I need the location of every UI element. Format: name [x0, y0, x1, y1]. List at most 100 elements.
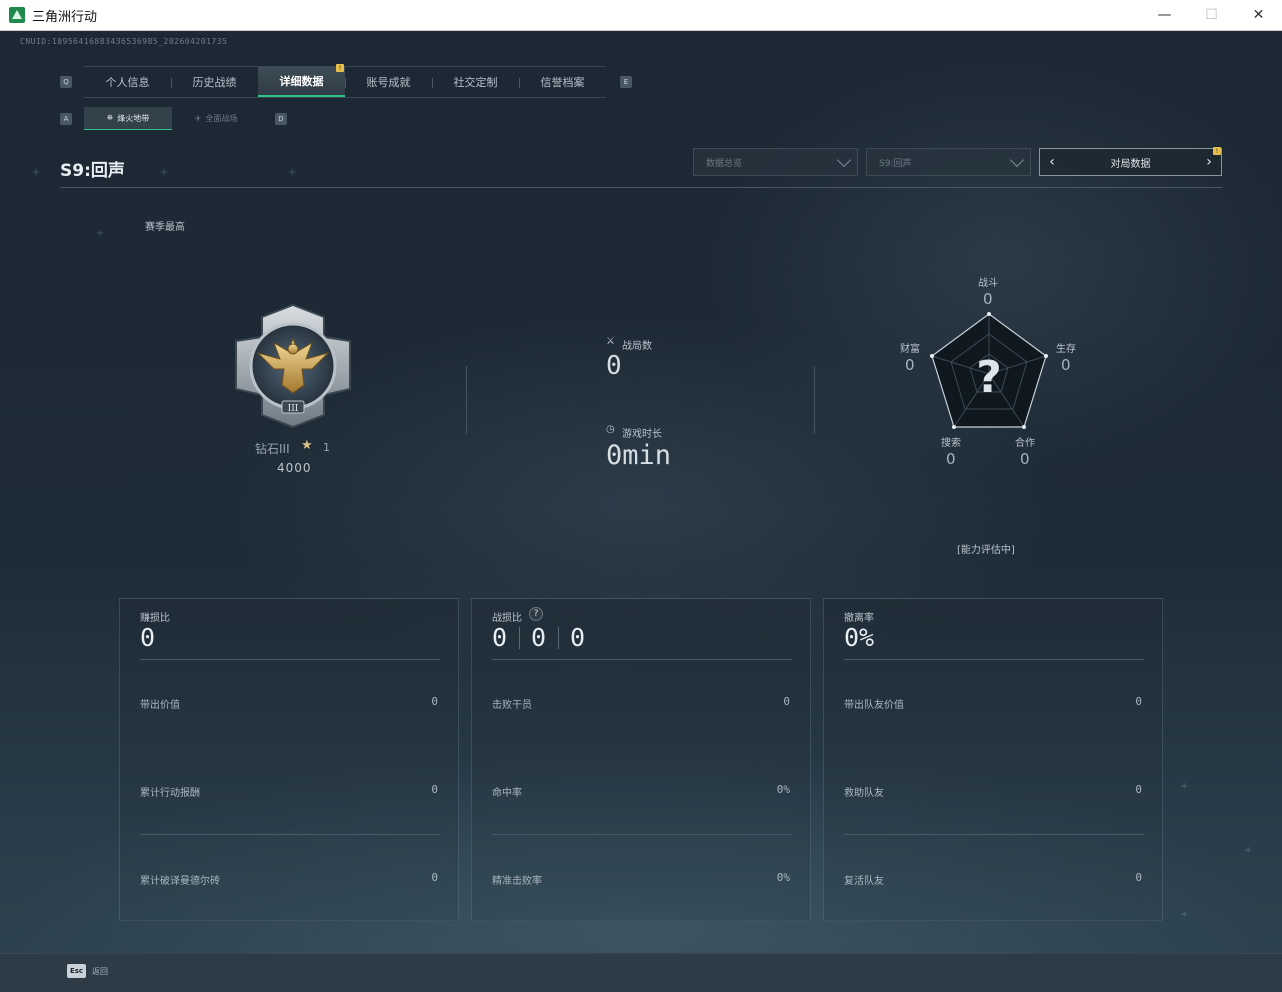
card-divider — [844, 659, 1144, 660]
row-label: 累计破译曼德尔砖 — [140, 876, 220, 887]
matches-label: 战局数 — [622, 341, 652, 352]
close-button[interactable]: ✕ — [1235, 0, 1282, 31]
crosshair-icon: + — [1180, 781, 1189, 792]
warfare-mode-icon: ✈ — [194, 114, 202, 123]
crossed-swords-icon: ⚔ — [606, 336, 615, 347]
season-best-label: 赛季最高 — [145, 222, 185, 233]
row-label: 命中率 — [492, 788, 522, 799]
row-label: 累计行动报酬 — [140, 788, 200, 799]
crosshair-icon: + — [32, 167, 41, 178]
section-divider — [466, 366, 467, 434]
kd-value-3: 0 — [570, 623, 586, 652]
radar-teamwork-value: 0 — [1020, 450, 1030, 468]
tab-achievements[interactable]: 账号成就 — [345, 67, 432, 97]
dropdown-value: S9:回声 — [879, 158, 912, 169]
row-value: 0 — [431, 871, 438, 884]
window-controls: — ☐ ✕ — [1141, 0, 1282, 31]
app-logo-icon — [9, 7, 25, 23]
window-titlebar: 三角洲行动 — ☐ ✕ — [0, 0, 1282, 31]
card-main-value: 0% — [844, 623, 875, 652]
radar-teamwork-label: 合作 — [1015, 438, 1035, 449]
tab-credit-record[interactable]: 信誉档案 — [519, 67, 606, 97]
ability-assess-status: [能力评估中] — [957, 545, 1015, 556]
kd-separator — [519, 627, 520, 649]
tab-detailed-data[interactable]: 详细数据 — [258, 67, 345, 97]
playtime-value: 0min — [606, 440, 672, 471]
dropdown-value: 数据总览 — [706, 158, 743, 169]
window-title: 三角洲行动 — [32, 9, 98, 25]
esc-key-button[interactable]: Esc — [67, 964, 86, 978]
tab-social-custom[interactable]: 社交定制 — [432, 67, 519, 97]
data-mode-dropdown[interactable]: 数据总览 — [693, 148, 858, 176]
card-title: 赚损比 — [140, 613, 170, 624]
notification-badge: ! — [1213, 147, 1221, 155]
chevron-down-icon — [836, 152, 852, 168]
row-label: 复活队友 — [844, 876, 884, 887]
bottom-action-bar: Esc 返回 — [0, 953, 1282, 992]
card-divider — [140, 659, 440, 660]
extraction-mode-icon: ⛯ — [106, 113, 114, 122]
row-value: 0 — [431, 783, 438, 796]
row-value: 0% — [776, 783, 790, 796]
cnuid-label: CNUID:18956416883436536985_202604201735 — [20, 37, 228, 46]
kd-separator — [558, 627, 559, 649]
radar-survival-label: 生存 — [1056, 344, 1076, 355]
clock-icon: ◷ — [606, 424, 615, 435]
crosshair-icon: + — [1244, 845, 1253, 856]
tab-next-key-hint[interactable]: E — [620, 76, 632, 88]
radar-combat-value: 0 — [983, 290, 993, 308]
row-value: 0% — [776, 871, 790, 884]
season-title: S9:回声 — [60, 161, 125, 181]
subtab-label: 全面战场 — [205, 114, 238, 123]
rank-name: 钻石III — [255, 442, 290, 456]
game-viewport: CNUID:18956416883436536985_202604201735 … — [0, 31, 1282, 992]
maximize-button[interactable]: ☐ — [1188, 0, 1235, 31]
help-icon[interactable]: ? — [529, 607, 543, 621]
radar-survival-value: 0 — [1061, 356, 1071, 374]
crosshair-icon: + — [96, 228, 105, 239]
star-icon: ★ — [301, 438, 313, 453]
radar-search-label: 搜索 — [941, 438, 961, 449]
radar-wealth-label: 财富 — [900, 344, 920, 355]
card-title: 撤离率 — [844, 613, 874, 624]
matches-value: 0 — [606, 351, 622, 381]
tab-match-history[interactable]: 历史战绩 — [171, 67, 258, 97]
back-label[interactable]: 返回 — [92, 966, 108, 977]
row-label: 精准击败率 — [492, 876, 542, 887]
radar-wealth-value: 0 — [905, 356, 915, 374]
stat-card-kd: 战损比 ? 0 0 0 击败干员 0 命中率 0% 精准击败率 0% — [471, 598, 811, 921]
row-label: 救助队友 — [844, 788, 884, 799]
subtab-prev-key-hint[interactable]: A — [60, 113, 72, 125]
stat-card-profit: 赚损比 0 带出价值 0 累计行动报酬 0 累计破译曼德尔砖 0 — [119, 598, 459, 921]
card-divider — [492, 659, 792, 660]
rank-badge-icon: III — [235, 303, 351, 429]
pager-label: 对局数据 — [1110, 158, 1151, 170]
card-title: 战损比 — [492, 613, 522, 624]
season-dropdown[interactable]: S9:回声 — [866, 148, 1031, 176]
row-value: 0 — [1135, 695, 1142, 708]
subtab-label: 烽火地带 — [117, 113, 150, 123]
card-divider — [844, 834, 1144, 835]
kd-value-1: 0 — [492, 623, 508, 652]
rank-star-count: 1 — [323, 441, 330, 454]
match-data-pager: ‹ 对局数据 › — [1039, 148, 1222, 176]
tab-personal-info[interactable]: 个人信息 — [84, 67, 171, 97]
row-value: 0 — [783, 695, 790, 708]
card-main-value: 0 — [140, 623, 156, 652]
tab-prev-key-hint[interactable]: Q — [60, 76, 72, 88]
chevron-left-icon[interactable]: ‹ — [1044, 149, 1060, 175]
sub-tab-bar: ⛯ 烽火地带 ✈ 全面战场 — [84, 107, 260, 130]
rank-score: 4000 — [277, 461, 312, 475]
notification-badge: ! — [336, 64, 344, 72]
radar-combat-label: 战斗 — [978, 278, 998, 289]
crosshair-icon: + — [1180, 909, 1189, 920]
card-divider — [492, 834, 792, 835]
row-value: 0 — [431, 695, 438, 708]
minimize-button[interactable]: — — [1141, 0, 1188, 31]
subtab-full-warfare[interactable]: ✈ 全面战场 — [172, 107, 260, 130]
radar-search-value: 0 — [946, 450, 956, 468]
chevron-down-icon — [1009, 152, 1025, 168]
row-label: 击败干员 — [492, 700, 532, 711]
subtab-extraction-zone[interactable]: ⛯ 烽火地带 — [84, 107, 172, 130]
subtab-next-key-hint[interactable]: D — [275, 113, 287, 125]
